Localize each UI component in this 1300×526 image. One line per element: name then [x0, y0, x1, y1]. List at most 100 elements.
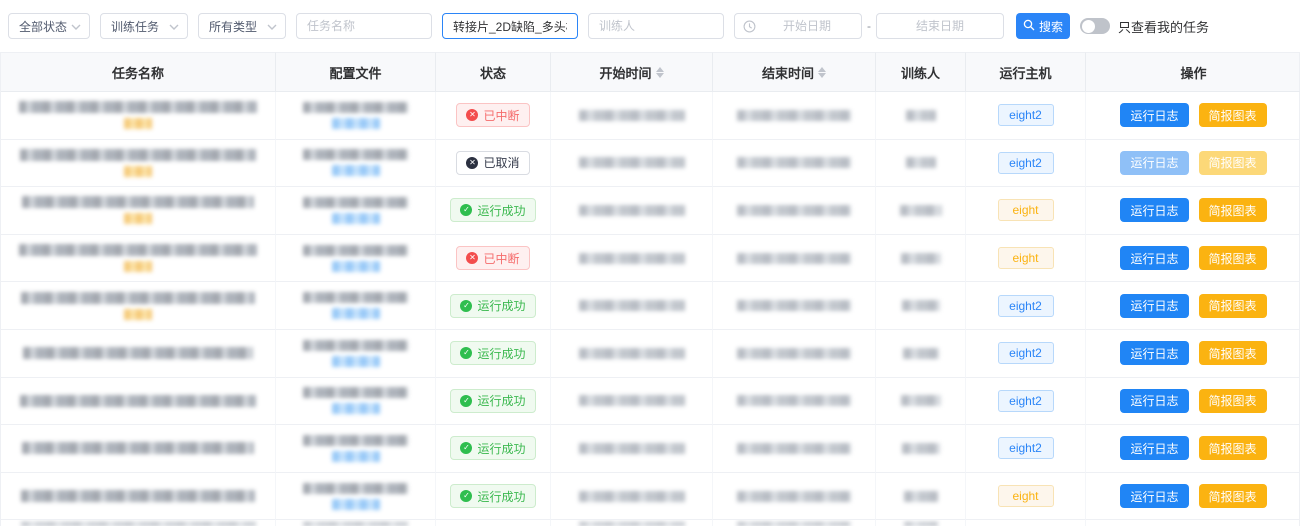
- task-table: 任务名称 配置文件 状态 开始时间 结束时间 训练人 运行主机 操作 ✕已中断e…: [0, 52, 1300, 526]
- sort-icon[interactable]: [818, 67, 826, 78]
- report-chart-button[interactable]: 简报图表: [1199, 198, 1267, 222]
- run-log-button[interactable]: 运行日志: [1120, 341, 1188, 365]
- report-chart-button[interactable]: 简报图表: [1199, 389, 1267, 413]
- host-tag: eight2: [998, 295, 1054, 317]
- trainer-input[interactable]: [589, 14, 723, 38]
- table-row: ✕已中断eight2运行日志简报图表: [1, 92, 1299, 140]
- column-header-config-file: 配置文件: [276, 52, 436, 92]
- status-check-icon: ✓: [460, 300, 472, 312]
- host-tag: eight: [998, 485, 1054, 507]
- status-filter-select[interactable]: 全部状态: [8, 13, 90, 39]
- status-cross-icon: ✕: [466, 157, 478, 169]
- status-check-icon: ✓: [460, 204, 472, 216]
- report-chart-button[interactable]: 简报图表: [1199, 341, 1267, 365]
- redacted-task-name: [22, 196, 254, 208]
- report-chart-button[interactable]: 简报图表: [1199, 484, 1267, 508]
- redacted-task-name: [22, 442, 254, 454]
- start-date-picker: [734, 13, 862, 39]
- run-log-button[interactable]: 运行日志: [1120, 294, 1188, 318]
- run-log-button[interactable]: 运行日志: [1120, 198, 1188, 222]
- status-badge: ✓运行成功: [450, 389, 535, 413]
- status-cell: ✓运行成功: [436, 425, 551, 473]
- redacted-config-link: [332, 499, 380, 510]
- status-label: 运行成功: [477, 488, 525, 505]
- table-body: ✕已中断eight2运行日志简报图表✕已取消eight2运行日志简报图表✓运行成…: [1, 92, 1299, 526]
- actions-cell: 运行日志简报图表: [1086, 425, 1300, 473]
- run-log-button[interactable]: 运行日志: [1120, 246, 1188, 270]
- run-log-button[interactable]: 运行日志: [1120, 436, 1188, 460]
- sort-icon[interactable]: [656, 67, 664, 78]
- end-date-input[interactable]: [877, 14, 1003, 38]
- toggle-knob: [1082, 20, 1095, 33]
- redacted-config-link: [332, 213, 380, 224]
- run-log-button[interactable]: 运行日志: [1120, 484, 1188, 508]
- status-badge: ✓运行成功: [450, 341, 535, 365]
- report-chart-button[interactable]: 简报图表: [1199, 294, 1267, 318]
- redacted-end-time: [737, 110, 851, 121]
- trainer-cell: [876, 330, 966, 378]
- task-name-cell: [1, 92, 276, 140]
- redacted-task-name: [20, 149, 256, 161]
- report-chart-button[interactable]: 简报图表: [1199, 103, 1267, 127]
- trainer-cell: [876, 473, 966, 521]
- report-chart-button[interactable]: 简报图表: [1199, 246, 1267, 270]
- actions-cell: 运行日志简报图表: [1086, 92, 1300, 140]
- task-name-cell: [1, 140, 276, 188]
- host-cell: eight2: [966, 330, 1086, 378]
- host-cell: eight2: [966, 92, 1086, 140]
- start-time-cell: [551, 187, 713, 235]
- host-cell: eight: [966, 187, 1086, 235]
- end-date-picker: [876, 13, 1004, 39]
- report-chart-button[interactable]: 简报图表: [1199, 151, 1267, 175]
- host-cell: eight2: [966, 425, 1086, 473]
- redacted-text: [737, 522, 851, 526]
- redacted-config-name: [303, 102, 408, 113]
- config-file-cell: [276, 378, 436, 426]
- status-cell: ✓运行成功: [436, 330, 551, 378]
- host-tag: eight: [998, 247, 1054, 269]
- task-name-cell: [1, 378, 276, 426]
- date-range-separator: -: [862, 19, 876, 33]
- run-log-button[interactable]: 运行日志: [1120, 389, 1188, 413]
- task-name-search-input[interactable]: [443, 14, 577, 38]
- host-tag: eight2: [998, 152, 1054, 174]
- task-name-input[interactable]: [297, 14, 431, 38]
- redacted-config-name: [303, 245, 408, 256]
- status-cell: ✓运行成功: [436, 473, 551, 521]
- redacted-trainer: [906, 110, 936, 121]
- trainer-input-wrap: [588, 13, 724, 39]
- redacted-start-time: [579, 395, 685, 406]
- host-cell: eight: [966, 235, 1086, 283]
- redacted-task-name: [19, 101, 257, 113]
- host-cell: eight2: [966, 140, 1086, 188]
- run-log-button[interactable]: 运行日志: [1120, 151, 1188, 175]
- redacted-config-link: [332, 403, 380, 414]
- redacted-config-name: [303, 292, 408, 303]
- table-header: 任务名称 配置文件 状态 开始时间 结束时间 训练人 运行主机 操作: [1, 52, 1299, 92]
- actions-cell: 运行日志简报图表: [1086, 330, 1300, 378]
- redacted-tag-badge: [124, 309, 152, 320]
- redacted-config-name: [303, 435, 408, 446]
- status-label: 运行成功: [477, 202, 525, 219]
- report-chart-button[interactable]: 简报图表: [1199, 436, 1267, 460]
- task-name-cell: [1, 235, 276, 283]
- status-cell: ✕已中断: [436, 235, 551, 283]
- redacted-end-time: [737, 300, 851, 311]
- column-header-start-time[interactable]: 开始时间: [551, 52, 713, 92]
- redacted-tag-badge: [124, 118, 152, 129]
- end-time-cell: [713, 425, 876, 473]
- redacted-tag-badge: [124, 213, 152, 224]
- column-header-end-time[interactable]: 结束时间: [713, 52, 876, 92]
- status-badge: ✕已中断: [456, 103, 529, 127]
- end-time-cell: [713, 520, 876, 526]
- run-log-button[interactable]: 运行日志: [1120, 103, 1188, 127]
- status-label: 已中断: [483, 250, 519, 267]
- job-type-filter-select[interactable]: 训练任务: [100, 13, 188, 39]
- my-tasks-toggle[interactable]: [1080, 18, 1110, 34]
- search-button[interactable]: 搜索: [1016, 13, 1070, 39]
- redacted-text: [904, 522, 938, 526]
- all-types-filter-select[interactable]: 所有类型: [198, 13, 286, 39]
- redacted-start-time: [579, 300, 685, 311]
- redacted-end-time: [737, 348, 851, 359]
- filter-bar: 全部状态 训练任务 所有类型 - 搜索: [0, 0, 1300, 52]
